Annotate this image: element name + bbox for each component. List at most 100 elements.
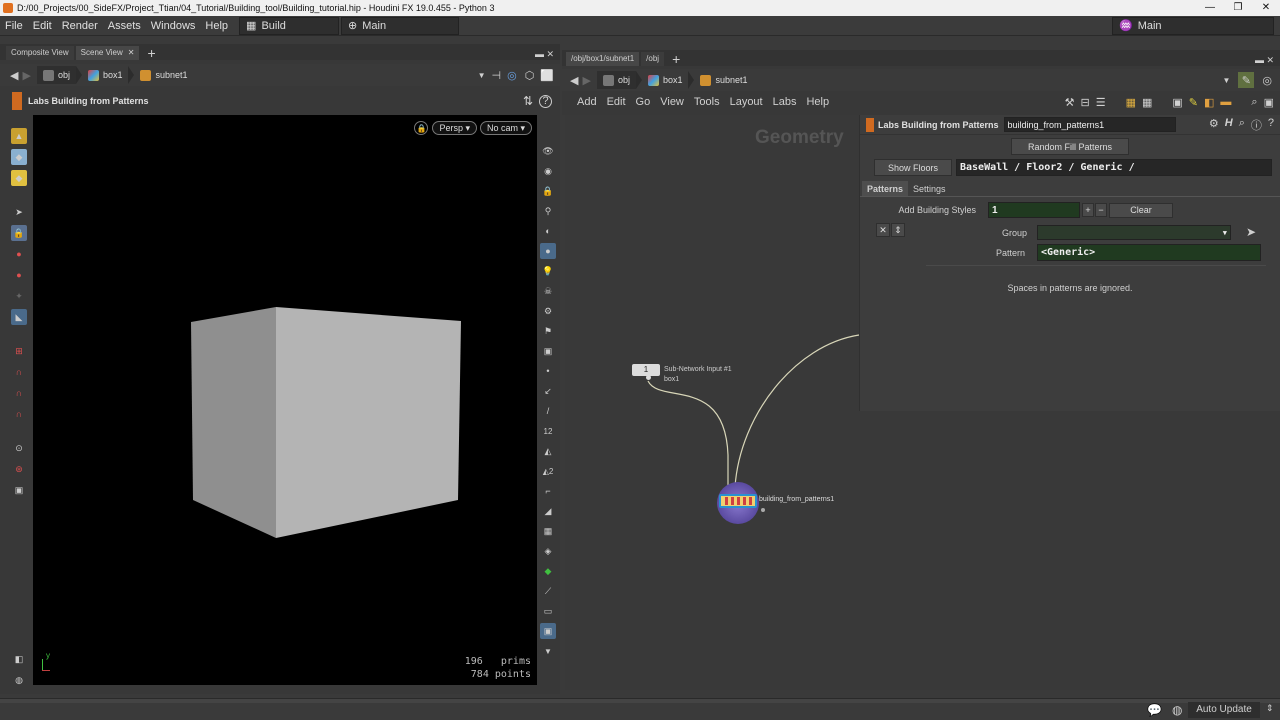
close-tab-icon[interactable]: ✕ [128,46,135,60]
pattern-field[interactable]: <Generic> [1037,244,1261,261]
handle-tool-icon[interactable]: ◣ [11,309,27,325]
network-path-dropdown-icon[interactable]: ▼ [1222,76,1230,85]
rotate-tool-icon[interactable]: ● [11,267,27,283]
select-mode-icon[interactable]: ▲ [11,128,27,144]
add-network-tab-icon[interactable]: + [672,52,680,66]
network-box-icon[interactable]: ▬ [1220,96,1231,109]
group-select-arrow-icon[interactable]: ➤ [1246,225,1256,239]
camera-snapshot-icon[interactable]: ▣ [1264,96,1274,109]
object-select-icon[interactable]: ◆ [11,170,27,186]
knife-icon[interactable]: ⟋ [540,583,556,599]
group-dropdown-icon[interactable]: ▼ [1223,229,1227,237]
list-view-icon[interactable]: ☰ [1096,96,1106,109]
forward-arrow-icon[interactable]: ▶ [22,69,30,82]
ghost-icon[interactable]: ◉ [540,163,556,179]
component-icon[interactable]: ◆ [11,149,27,165]
link-icon[interactable]: ◎ [507,69,517,82]
network-pin-icon[interactable]: ✎ [1238,72,1255,88]
help-icon[interactable]: ? [539,94,552,108]
show-floors-button[interactable]: Show Floors [874,159,952,176]
maximize-button[interactable]: ❐ [1224,0,1252,16]
camera-display-icon[interactable]: ⚑ [540,323,556,339]
normals-icon[interactable]: ⚙ [540,303,556,319]
tab-obj[interactable]: /obj [641,52,665,66]
network-menu-tools[interactable]: Tools [689,96,725,108]
tab-settings[interactable]: Settings [908,181,951,196]
edge-icon[interactable]: ⌐ [540,483,556,499]
path-dropdown-icon[interactable]: ▼ [478,71,486,80]
pin-icon[interactable]: ⊣ [491,69,501,82]
diamond-icon[interactable]: ◈ [540,543,556,559]
camera-tool-icon[interactable]: ▣ [11,482,27,498]
remove-style-button[interactable]: − [1095,203,1107,217]
back-arrow-icon[interactable]: ◀ [10,69,18,82]
network-menu-view[interactable]: View [655,96,689,108]
scroll-down-icon[interactable]: ▼ [540,643,556,659]
background-icon[interactable]: ▭ [540,603,556,619]
path-crumb-box1[interactable]: box1 [82,66,129,84]
path-crumb-obj[interactable]: obj [36,66,76,84]
network-crumb-obj[interactable]: obj [596,71,636,89]
scene-options-icon[interactable]: ◍ [11,672,27,688]
auto-update-dropdown[interactable]: Auto Update [1188,702,1260,718]
random-fill-patterns-button[interactable]: Random Fill Patterns [1011,138,1129,155]
tab-composite-view[interactable]: Composite View [6,46,74,60]
vector-icon[interactable]: ↙ [540,383,556,399]
network-menu-help[interactable]: Help [801,96,834,108]
tools-wrench-icon[interactable]: ⚒ [1065,96,1075,109]
remove-instance-icon[interactable]: ✕ [876,223,890,237]
menu-render[interactable]: Render [57,20,103,32]
green-face-icon[interactable]: ◆ [540,563,556,579]
palette-icon[interactable]: ◧ [1204,96,1214,109]
magnet-tool-icon[interactable]: ∩ [11,385,27,401]
scale-tool-icon[interactable]: ✦ [11,288,27,304]
tab-scene-view[interactable]: Scene View ✕ [75,46,140,60]
menu-windows[interactable]: Windows [146,20,201,32]
grid-camera-icon[interactable]: ▣ [540,343,556,359]
floors-field[interactable]: BaseWall / Floor2 / Generic / [956,159,1272,176]
update-stepper-icon[interactable]: ⇕ [1266,703,1274,714]
context-selector[interactable]: ⊕ Main [341,16,460,35]
minimize-button[interactable]: — [1196,0,1224,16]
subnet-input-node[interactable]: 1 [632,364,660,376]
snap-tool-icon[interactable]: ∩ [11,406,27,422]
sticky-note-icon[interactable]: ✎ [1189,96,1198,109]
clear-styles-button[interactable]: Clear [1109,202,1173,218]
handle-options-icon[interactable]: ⇅ [523,94,533,108]
add-styles-field[interactable]: 1 [988,202,1080,218]
image-view-icon[interactable]: ▣ [1172,96,1182,109]
desktop-selector[interactable]: ▦ Build [239,16,340,35]
search-icon[interactable]: ⌕ [1251,96,1257,109]
wedge-icon[interactable]: ◢ [540,503,556,519]
parm-search-icon[interactable]: ⌕ [1239,117,1245,133]
arrow-select-icon[interactable]: ➤ [11,204,27,220]
network-menu-add[interactable]: Add [572,96,602,108]
add-tab-icon[interactable]: + [147,46,155,60]
group-field[interactable]: ▼ [1037,225,1231,240]
network-back-icon[interactable]: ◀ [570,74,578,87]
render-region-icon[interactable]: ⊛ [11,461,27,477]
lock-icon[interactable]: 🔒 [540,183,556,199]
image-icon[interactable]: ▣ [540,623,556,639]
right-desktop-selector[interactable]: ♒ Main [1112,16,1274,35]
lock-selection-icon[interactable]: 🔒 [11,225,27,241]
parm-gear-icon[interactable]: ⚙ [1209,117,1219,133]
speech-bubble-icon[interactable]: 💬 [1147,703,1162,717]
status-sphere-icon[interactable]: ◍ [1172,703,1182,717]
node-name-field[interactable]: building_from_patterns1 [1003,117,1176,132]
viewport-white-icon[interactable]: ⬜ [540,69,554,82]
network-forward-icon[interactable]: ▶ [582,74,590,87]
3d-viewport[interactable]: 🔒 Persp ▾ No cam ▾ 196 prims 784 points … [33,115,537,685]
tab-patterns[interactable]: Patterns [862,181,909,196]
network-crumb-box1[interactable]: box1 [642,71,689,89]
skull-icon[interactable]: ☠ [540,283,556,299]
view-tool-icon[interactable]: ⊙ [11,440,27,456]
menu-help[interactable]: Help [200,20,233,32]
parm-info-icon[interactable]: ⓘ [1251,117,1262,133]
checker-icon[interactable]: ▦ [540,523,556,539]
light-icon[interactable]: ⚲ [540,203,556,219]
menu-assets[interactable]: Assets [103,20,146,32]
parm-help-icon[interactable]: ? [1268,117,1274,133]
tree-view-icon[interactable]: ⊟ [1080,96,1089,109]
path-crumb-subnet1[interactable]: subnet1 [134,66,193,84]
